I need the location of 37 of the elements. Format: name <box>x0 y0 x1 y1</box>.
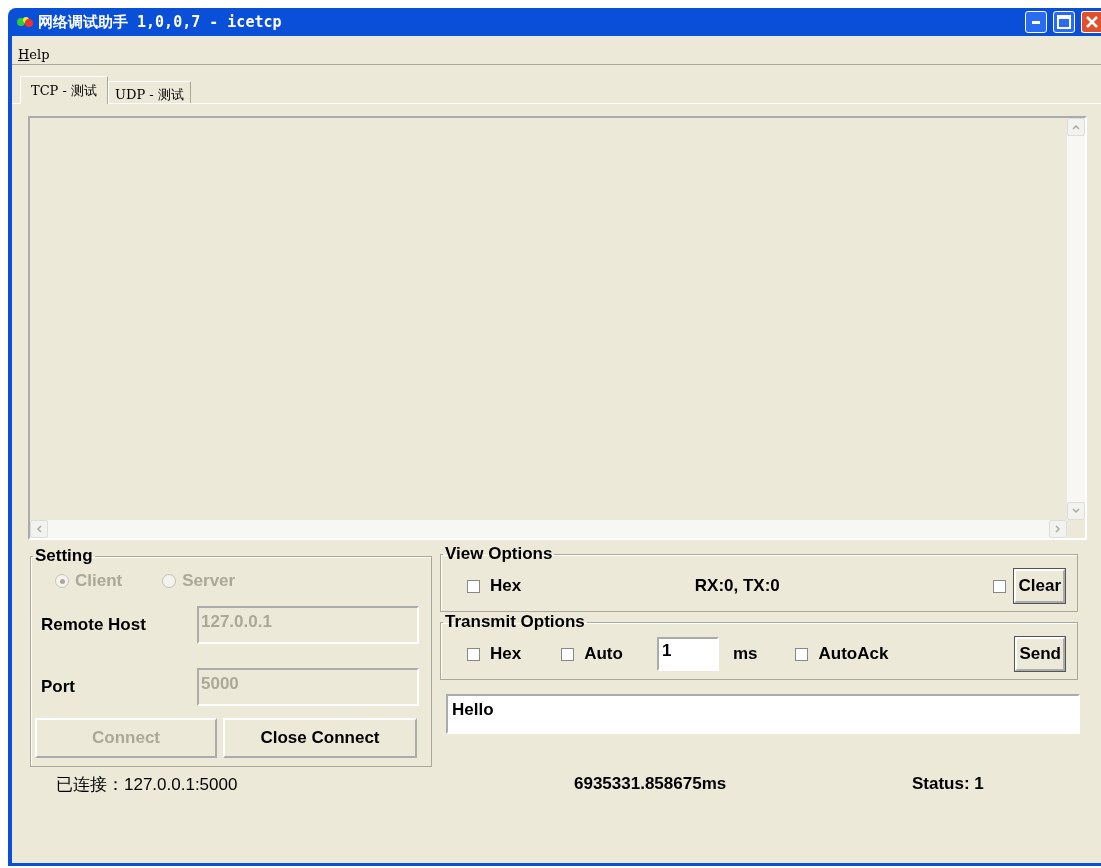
tab[interactable]: UDP - 测试 <box>108 81 191 103</box>
unit-label: ms <box>732 644 758 664</box>
clear-button[interactable]: Clear <box>1014 569 1065 603</box>
counter-text: RX:0, TX:0 <box>693 576 781 596</box>
interval-field[interactable]: 1 <box>656 637 719 671</box>
menu-item[interactable]: Help <box>16 46 52 62</box>
hex-checkbox[interactable]: Hex <box>467 576 522 596</box>
close-icon <box>1084 15 1099 29</box>
minimize-icon <box>1032 20 1040 24</box>
tab[interactable]: TCP - 测试 <box>20 76 109 104</box>
elapsed-time: 6935331.858675ms <box>574 774 728 794</box>
clear-checkbox[interactable] <box>993 579 1007 593</box>
autoack-checkbox[interactable]: AutoAck <box>795 644 889 664</box>
field-label: Port <box>41 677 76 697</box>
horizontal-scrollbar[interactable] <box>30 520 1067 538</box>
group-title: View Options <box>444 544 554 564</box>
status-text: Status: 1 <box>912 774 984 794</box>
close-button[interactable] <box>1081 11 1101 33</box>
maximize-button[interactable] <box>1053 11 1075 33</box>
maximize-icon <box>1057 15 1071 29</box>
scroll-down-icon[interactable] <box>1067 502 1085 520</box>
scroll-up-icon[interactable] <box>1067 118 1085 136</box>
connection-status: 已连接：127.0.0.1:5000 <box>56 773 239 796</box>
message-field[interactable]: Hello <box>446 694 1080 734</box>
app-icon <box>16 15 34 29</box>
send-button[interactable]: Send <box>1015 637 1065 671</box>
action-button[interactable]: Close Connect <box>223 718 417 758</box>
scroll-right-icon[interactable] <box>1049 520 1067 538</box>
window-title: 网络调试助手 1,0,0,7 - icetcp <box>38 12 283 32</box>
scroll-left-icon[interactable] <box>30 520 48 538</box>
group-title: Setting <box>34 546 94 566</box>
hex-checkbox[interactable]: Hex <box>467 644 522 664</box>
group-title: Transmit Options <box>444 612 586 632</box>
minimize-button[interactable] <box>1025 11 1047 33</box>
auto-checkbox[interactable]: Auto <box>561 644 623 664</box>
vertical-scrollbar[interactable] <box>1067 118 1085 520</box>
field-label: Remote Host <box>41 615 147 635</box>
